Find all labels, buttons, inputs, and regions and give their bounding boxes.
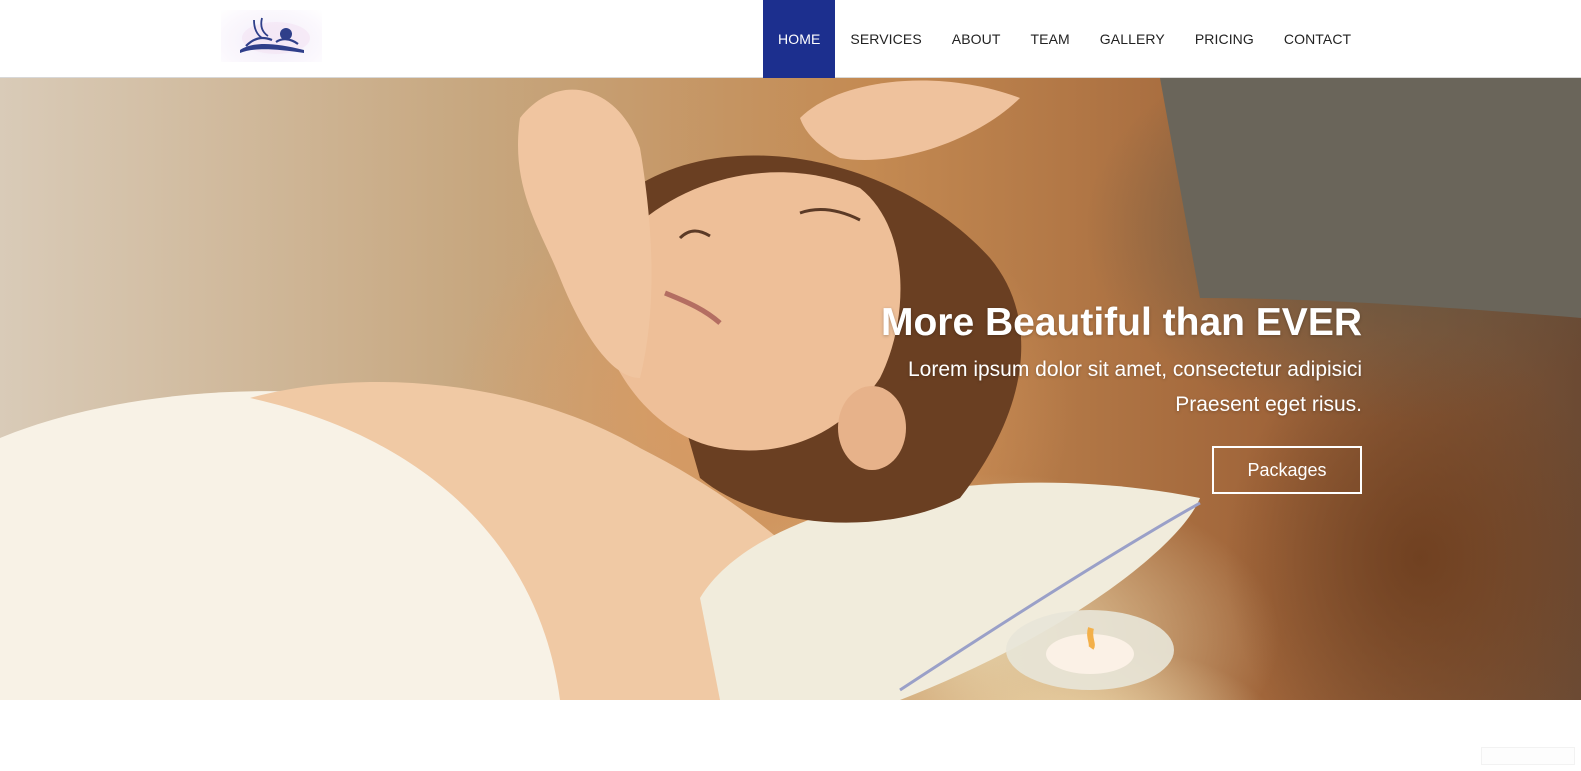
- nav-item-team[interactable]: TEAM: [1016, 0, 1085, 78]
- hero-subtitle-line-2: Praesent eget risus.: [1175, 393, 1362, 416]
- hero-title: More Beautiful than EVER: [880, 301, 1362, 344]
- corner-badge: [1481, 747, 1575, 765]
- hero-subtitle: Lorem ipsum dolor sit amet, consectetur …: [802, 352, 1362, 422]
- main-nav: HOME SERVICES ABOUT TEAM GALLERY PRICING…: [763, 0, 1366, 78]
- packages-button[interactable]: Packages: [1212, 446, 1362, 494]
- spa-massage-logo-icon[interactable]: [221, 10, 322, 62]
- nav-item-gallery[interactable]: GALLERY: [1085, 0, 1180, 78]
- nav-item-pricing[interactable]: PRICING: [1180, 0, 1269, 78]
- nav-item-home[interactable]: HOME: [763, 0, 836, 78]
- site-header: HOME SERVICES ABOUT TEAM GALLERY PRICING…: [0, 0, 1581, 78]
- nav-item-contact[interactable]: CONTACT: [1269, 0, 1366, 78]
- nav-item-about[interactable]: ABOUT: [937, 0, 1016, 78]
- hero-subtitle-line-1: Lorem ipsum dolor sit amet, consectetur …: [907, 358, 1362, 381]
- hero-section: More Beautiful than EVER Lorem ipsum dol…: [0, 78, 1581, 700]
- nav-item-services[interactable]: SERVICES: [835, 0, 936, 78]
- hero-content: More Beautiful than EVER Lorem ipsum dol…: [802, 300, 1362, 494]
